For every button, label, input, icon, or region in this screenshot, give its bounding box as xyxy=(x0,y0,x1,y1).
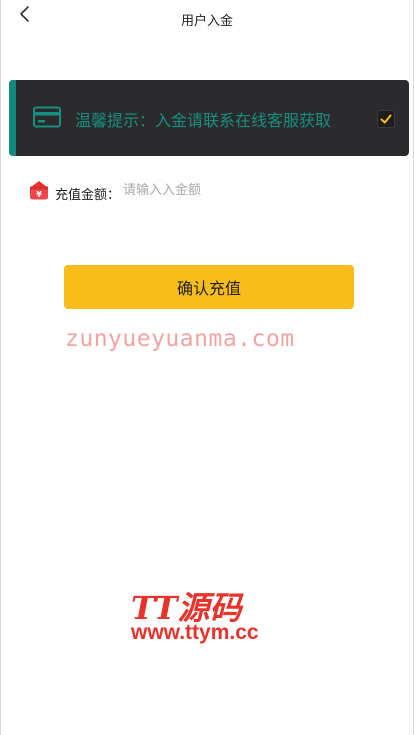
credit-card-icon xyxy=(33,106,61,128)
notice-banner: 温馨提示：入金请联系在线客服获取 xyxy=(9,80,409,156)
notice-text: 温馨提示：入金请联系在线客服获取 xyxy=(75,111,332,130)
page-title: 用户入金 xyxy=(180,14,233,29)
recharge-amount-label: 充值金额： xyxy=(55,188,121,203)
watermark-url-text: zunyueyuanma.com xyxy=(65,326,295,352)
check-icon[interactable] xyxy=(377,110,395,128)
yuan-wallet-icon: ¥ xyxy=(30,181,48,200)
confirm-recharge-button[interactable]: 确认充值 xyxy=(64,265,354,309)
svg-text:¥: ¥ xyxy=(36,190,42,199)
watermark-logo-url: www.ttym.cc xyxy=(131,621,259,644)
notice-accent-bar xyxy=(9,80,16,156)
recharge-amount-input[interactable] xyxy=(123,179,373,201)
top-nav-bar: 用户入金 xyxy=(1,0,413,40)
recharge-amount-row: ¥ 充值金额： xyxy=(27,178,387,204)
watermark-logo: TT源码 www.ttym.cc xyxy=(131,583,281,653)
